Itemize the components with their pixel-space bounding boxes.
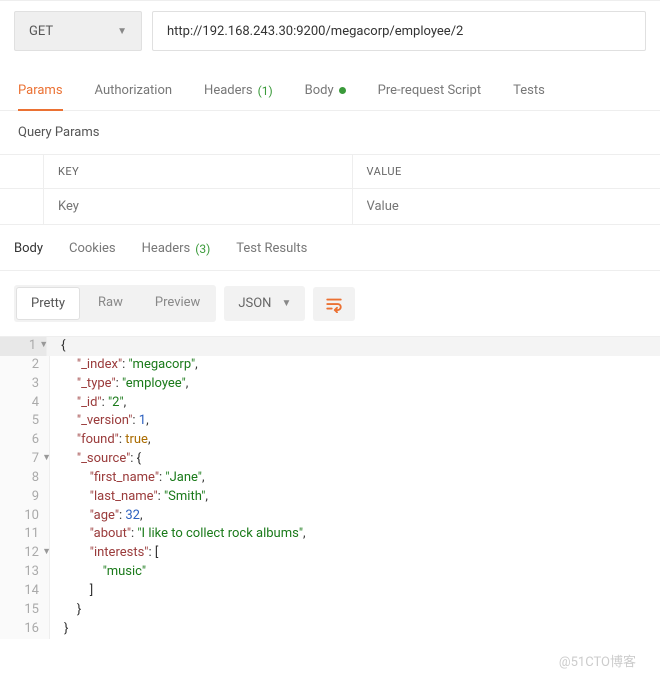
chevron-down-icon: ▼ bbox=[117, 26, 127, 37]
tab-response-cookies[interactable]: Cookies bbox=[69, 241, 116, 256]
format-raw-button[interactable]: Raw bbox=[82, 285, 139, 322]
format-pretty-button[interactable]: Pretty bbox=[16, 287, 80, 320]
dot-indicator-icon bbox=[339, 87, 346, 94]
fold-icon[interactable]: ▼ bbox=[39, 339, 48, 352]
tab-response-body[interactable]: Body bbox=[14, 241, 43, 256]
fold-icon[interactable]: ▼ bbox=[42, 546, 51, 559]
chevron-down-icon: ▼ bbox=[281, 298, 291, 309]
http-method-select[interactable]: GET ▼ bbox=[14, 11, 142, 51]
request-url-area: GET ▼ bbox=[0, 0, 660, 65]
query-params-header-row: KEY VALUE bbox=[0, 155, 660, 189]
format-segment-group: Pretty Raw Preview bbox=[14, 285, 216, 322]
wrap-icon bbox=[325, 295, 343, 313]
response-headers-count-badge: (3) bbox=[195, 242, 210, 256]
format-type-select[interactable]: JSON ▼ bbox=[224, 286, 305, 321]
value-column-header: VALUE bbox=[353, 155, 660, 188]
query-params-title: Query Params bbox=[0, 111, 660, 155]
tab-response-headers[interactable]: Headers (3) bbox=[142, 241, 211, 256]
response-tabs: Body Cookies Headers (3) Test Results bbox=[0, 225, 660, 271]
tab-tests[interactable]: Tests bbox=[513, 75, 545, 110]
response-code-area[interactable]: 1▼{ 2 "_index": "megacorp", 3 "_type": "… bbox=[0, 336, 660, 639]
headers-count-badge: (1) bbox=[258, 84, 273, 98]
tab-test-results[interactable]: Test Results bbox=[236, 241, 307, 256]
tab-body[interactable]: Body bbox=[305, 75, 346, 110]
format-preview-button[interactable]: Preview bbox=[139, 285, 216, 322]
tab-prerequest-script[interactable]: Pre-request Script bbox=[378, 75, 481, 110]
url-input[interactable] bbox=[152, 11, 646, 51]
tab-headers[interactable]: Headers (1) bbox=[204, 75, 273, 110]
value-input[interactable] bbox=[353, 189, 660, 224]
query-params-row bbox=[0, 189, 660, 225]
request-tabs: Params Authorization Headers (1) Body Pr… bbox=[0, 65, 660, 111]
wrap-lines-button[interactable] bbox=[313, 287, 355, 321]
checkbox-column bbox=[0, 155, 44, 188]
http-method-label: GET bbox=[29, 24, 53, 39]
response-format-bar: Pretty Raw Preview JSON ▼ bbox=[0, 271, 660, 336]
tab-params[interactable]: Params bbox=[18, 75, 63, 110]
key-input[interactable] bbox=[44, 189, 353, 224]
format-type-label: JSON bbox=[238, 296, 271, 311]
watermark: @51CTO博客 bbox=[559, 651, 636, 670]
fold-icon[interactable]: ▼ bbox=[42, 452, 51, 465]
checkbox-cell[interactable] bbox=[0, 189, 44, 224]
key-column-header: KEY bbox=[44, 155, 353, 188]
tab-authorization[interactable]: Authorization bbox=[95, 75, 173, 110]
